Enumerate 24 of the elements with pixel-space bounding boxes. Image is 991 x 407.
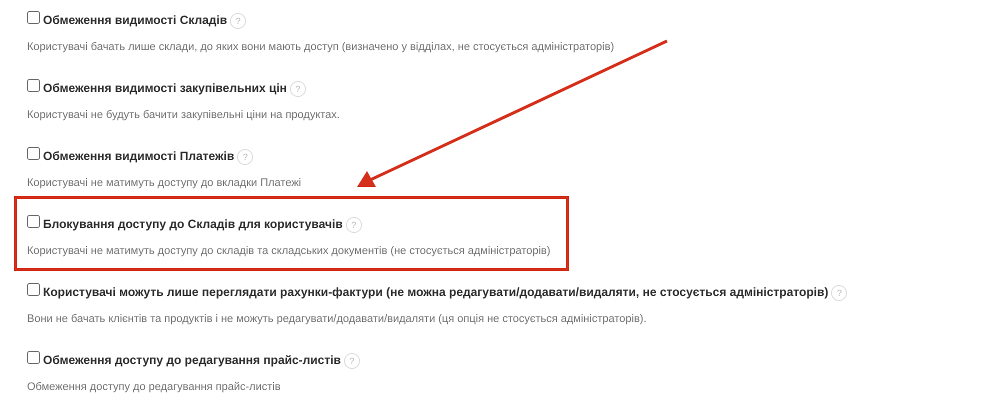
checkbox[interactable] [27,146,40,160]
checkbox[interactable] [27,214,40,228]
setting-label: Обмеження видимості Складів [43,13,228,27]
setting-label: Блокування доступу до Складів для користувачів [43,217,343,231]
setting-label: Обмеження видимості закупівельних цін [43,81,287,95]
help-icon[interactable]: ? [230,13,246,29]
setting-description: Користувачі не матимуть доступу до вкладки Платежі [27,176,302,191]
setting-description: Користувачі не будуть бачити закупівельні ціни на продуктах. [27,108,341,123]
help-icon[interactable]: ? [831,285,848,301]
setting-label: Обмеження видимості Платежів [43,149,234,163]
help-icon[interactable]: ? [346,217,362,233]
setting-label: Користувачі можуть лише переглядати рахунки-фактури (не можна редагувати/додавати/видаляти, не стосується адміністраторів) [43,285,828,299]
setting-description: Користувачі бачать лише склади, до яких вони мають доступ (визначено у відділах, не стосується адміністраторів) [27,40,616,55]
checkbox[interactable] [27,350,40,364]
checkbox[interactable] [27,78,40,92]
help-icon[interactable]: ? [237,149,254,165]
setting-description: Користувачі не матимуть доступу до складів та складських документів (не стосується адміністраторів) [27,244,552,259]
checkbox[interactable] [27,10,40,24]
setting-label: Обмеження доступу до редагування прайс-листів [43,353,341,367]
help-icon[interactable]: ? [344,353,360,369]
setting-description: Вони не бачать клієнтів та продуктів і не можуть редагувати/додавати/видаляти (ця опція не стосується адміністраторів). [27,312,648,327]
setting-description: Обмеження доступу до редагування прайс-листів [27,380,282,395]
help-icon[interactable]: ? [290,81,306,97]
checkbox[interactable] [27,282,40,296]
